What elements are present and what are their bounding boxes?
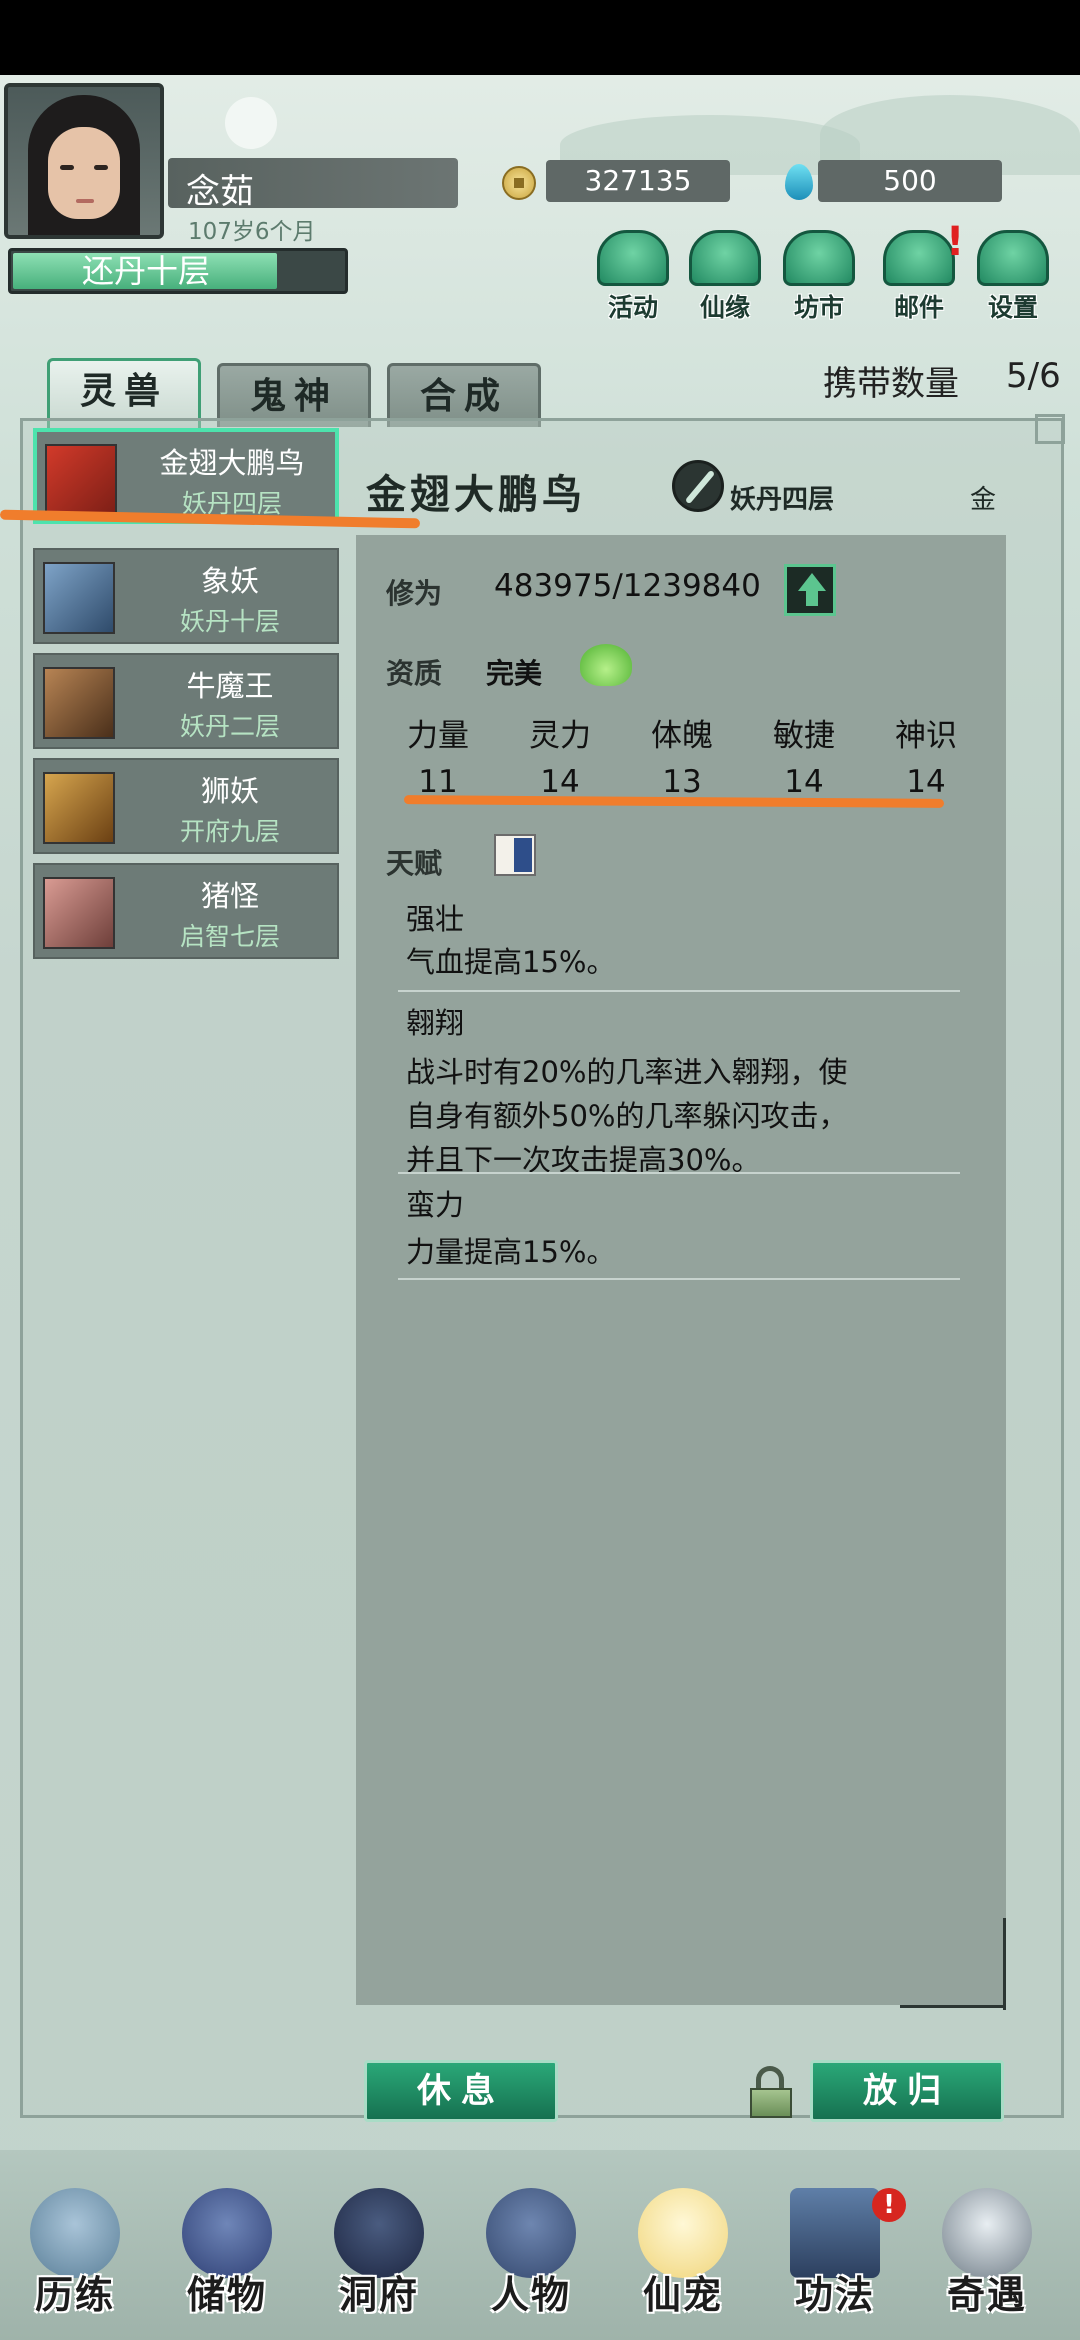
- upgrade-arrow-icon[interactable]: [784, 564, 836, 616]
- nav-storage[interactable]: 储物: [152, 2188, 302, 2338]
- gem-counter: 500: [818, 160, 1002, 202]
- event-button[interactable]: 活动: [588, 230, 678, 330]
- lock-icon[interactable]: [748, 2066, 794, 2118]
- talent-desc: 力量提高15%。: [406, 1235, 616, 1269]
- detail-title: 金翅大鹏鸟: [366, 471, 586, 518]
- stat-name: 神识: [895, 718, 957, 754]
- divider: [398, 990, 960, 992]
- mail-button[interactable]: ! 邮件: [874, 222, 964, 330]
- nav-character[interactable]: 人物: [456, 2188, 606, 2338]
- aptitude-label: 资质: [386, 657, 443, 690]
- realm-progress-bar: 还丹十层: [8, 248, 348, 294]
- panel-corner-decoration: [1035, 414, 1065, 444]
- stat-value: 14: [906, 764, 946, 800]
- detail-rank: 妖丹四层: [730, 485, 835, 515]
- player-avatar[interactable]: [4, 83, 164, 239]
- coin-value: 327135: [584, 164, 692, 197]
- stat-name: 敏捷: [773, 718, 835, 754]
- rename-brush-icon[interactable]: [672, 460, 724, 512]
- stat-value: 14: [540, 764, 580, 800]
- stat-name: 力量: [407, 718, 469, 754]
- talent-name: 强壮: [406, 902, 465, 936]
- beast-portrait-icon: [43, 877, 115, 949]
- aptitude-value: 完美: [486, 657, 543, 690]
- beast-portrait-icon: [43, 772, 115, 844]
- player-name: 念茹: [186, 172, 254, 212]
- coin-counter: 327135: [546, 160, 730, 202]
- market-icon: [783, 230, 855, 286]
- talent-name: 翱翔: [406, 1006, 465, 1040]
- divider: [398, 1278, 960, 1280]
- gem-value: 500: [883, 164, 937, 197]
- stat-name: 灵力: [529, 718, 591, 754]
- beast-portrait-icon: [45, 444, 117, 516]
- nav-adventure[interactable]: 奇遇: [912, 2188, 1062, 2338]
- beast-portrait-icon: [43, 562, 115, 634]
- mail-alert-icon: !: [946, 219, 965, 265]
- cultivation-label: 修为: [386, 577, 443, 610]
- carry-count-value: 5/6: [1006, 356, 1061, 396]
- stat-value: 13: [662, 764, 702, 800]
- carry-count-label: 携带数量: [823, 364, 959, 404]
- beast-item-lion[interactable]: 狮妖 开府九层: [33, 758, 339, 854]
- fate-icon: [689, 230, 761, 286]
- nav-pet[interactable]: 仙宠: [608, 2188, 758, 2338]
- stat-name: 体魄: [651, 718, 713, 754]
- talent-name: 蛮力: [406, 1188, 465, 1222]
- talent-desc: 战斗时有20%的几率进入翱翔，使 自身有额外50%的几率躲闪攻击， 并且下一次攻…: [406, 1055, 848, 1177]
- gear-icon: [977, 230, 1049, 286]
- talent-label: 天赋: [386, 847, 443, 880]
- lotus-icon: [580, 644, 632, 686]
- player-name-bar: 念茹: [168, 158, 458, 212]
- detail-element: 金: [970, 485, 997, 515]
- stat-value: 14: [784, 764, 824, 800]
- technique-alert-icon: !: [872, 2188, 906, 2222]
- player-age: 107岁6个月: [188, 219, 316, 245]
- beast-item-golden-roc[interactable]: 金翅大鹏鸟 妖丹四层: [33, 428, 339, 524]
- beast-item-bull-king[interactable]: 牛魔王 妖丹二层: [33, 653, 339, 749]
- divider: [398, 1172, 960, 1174]
- rest-button[interactable]: 休息: [364, 2060, 558, 2122]
- cultivation-value: 483975/1239840: [494, 568, 761, 604]
- fate-button[interactable]: 仙缘: [680, 230, 770, 330]
- coin-icon: [502, 166, 536, 200]
- book-icon[interactable]: [494, 834, 536, 876]
- nav-cave[interactable]: 洞府: [304, 2188, 454, 2338]
- talent-desc: 气血提高15%。: [406, 945, 616, 979]
- beast-item-elephant[interactable]: 象妖 妖丹十层: [33, 548, 339, 644]
- release-button[interactable]: 放归: [810, 2060, 1004, 2122]
- mail-icon: [883, 230, 955, 286]
- settings-button[interactable]: 设置: [968, 230, 1058, 330]
- moon-decoration: [225, 97, 277, 149]
- nav-training[interactable]: 历练: [0, 2188, 150, 2338]
- market-button[interactable]: 坊市: [774, 230, 864, 330]
- event-icon: [597, 230, 669, 286]
- realm-label: 还丹十层: [81, 252, 210, 290]
- gem-icon: [785, 164, 813, 200]
- beast-item-pig[interactable]: 猪怪 启智七层: [33, 863, 339, 959]
- beast-portrait-icon: [43, 667, 115, 739]
